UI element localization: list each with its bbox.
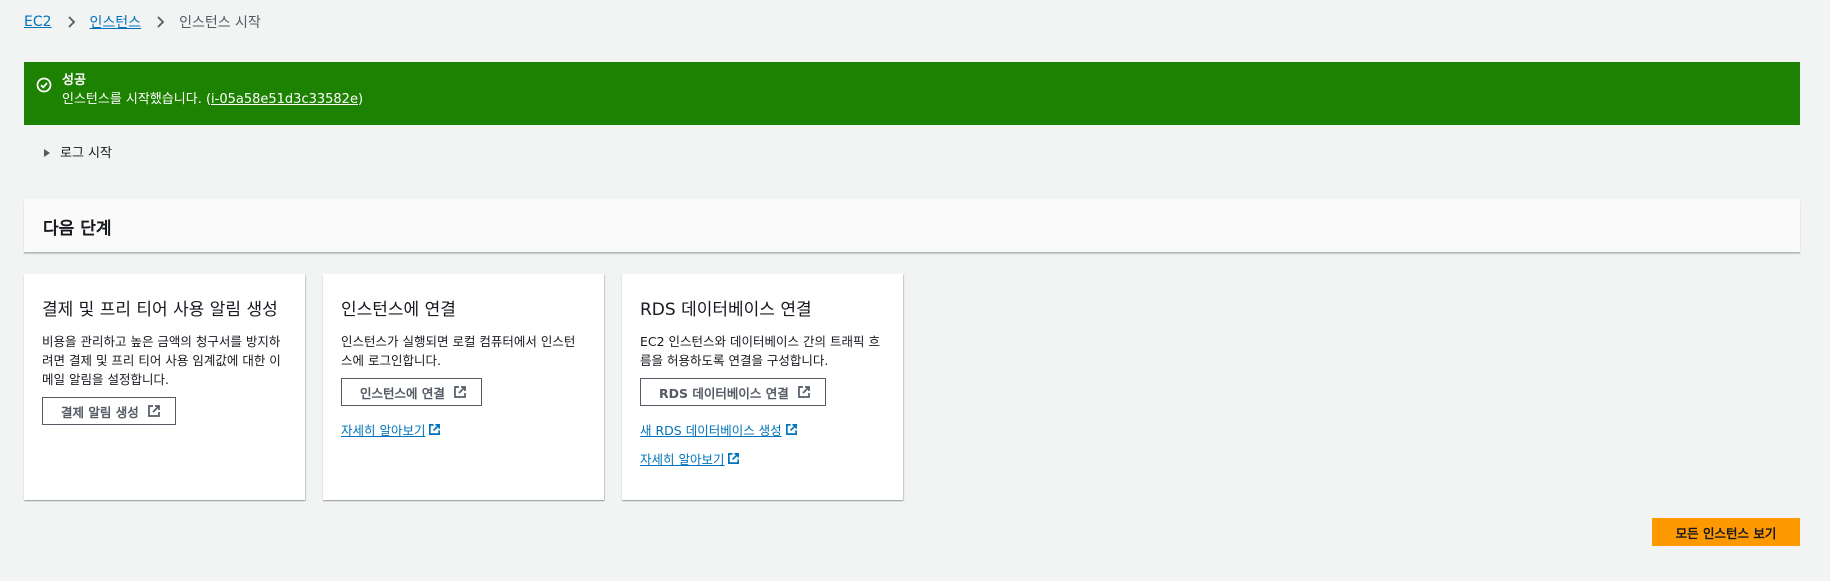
breadcrumb: EC2 인스턴스 인스턴스 시작 <box>24 12 261 32</box>
flash-title: 성공 <box>62 73 86 88</box>
card-billing-alerts: 결제 및 프리 티어 사용 알림 생성 비용을 관리하고 높은 금액의 청구서를… <box>24 274 305 500</box>
external-link-icon <box>428 423 441 436</box>
card-title: 인스턴스에 연결 <box>341 300 456 320</box>
card-actions: 인스턴스에 연결 자세히 알아보기 <box>341 378 586 439</box>
create-rds-database-link[interactable]: 새 RDS 데이터베이스 생성 <box>640 420 798 439</box>
card-description: EC2 인스턴스와 데이터베이스 간의 트래픽 흐름을 허용하도록 연결을 구성… <box>640 334 880 368</box>
instance-id-link[interactable]: i-05a58e51d3c33582e <box>211 92 358 107</box>
button-label: 인스턴스에 연결 <box>360 385 445 401</box>
flash-message: 인스턴스를 시작했습니다. (i-05a58e51d3c33582e) <box>62 90 363 110</box>
card-title: RDS 데이터베이스 연결 <box>640 300 812 320</box>
flash-message-suffix: ) <box>357 92 364 107</box>
caret-right-icon <box>42 147 52 157</box>
card-description: 인스턴스가 실행되면 로컬 컴퓨터에서 인스턴스에 로그인합니다. <box>341 334 576 368</box>
external-link-icon <box>147 404 161 418</box>
connect-instance-button[interactable]: 인스턴스에 연결 <box>341 378 482 406</box>
next-steps-header: 다음 단계 <box>24 199 1800 253</box>
card-connect-instance: 인스턴스에 연결 인스턴스가 실행되면 로컬 컴퓨터에서 인스턴스에 로그인합니… <box>323 274 604 500</box>
external-link-icon <box>453 385 467 399</box>
button-label: RDS 데이터베이스 연결 <box>659 385 789 401</box>
launch-log-toggle[interactable]: 로그 시작 <box>42 142 112 161</box>
card-description: 비용을 관리하고 높은 금액의 청구서를 방지하려면 결제 및 프리 티어 사용… <box>42 334 281 387</box>
breadcrumb-link-instances[interactable]: 인스턴스 <box>90 12 142 32</box>
learn-more-link[interactable]: 자세히 알아보기 <box>341 420 441 439</box>
card-title: 결제 및 프리 티어 사용 알림 생성 <box>42 300 278 320</box>
flash-message-prefix: 인스턴스를 시작했습니다. ( <box>62 92 212 107</box>
external-link-icon <box>785 423 798 436</box>
connect-rds-button[interactable]: RDS 데이터베이스 연결 <box>640 378 826 406</box>
create-billing-alert-button[interactable]: 결제 알림 생성 <box>42 397 176 425</box>
button-label: 결제 알림 생성 <box>61 404 139 420</box>
success-check-icon <box>36 77 52 93</box>
view-all-instances-button[interactable]: 모든 인스턴스 보기 <box>1652 518 1800 546</box>
success-flash-banner: 성공 인스턴스를 시작했습니다. (i-05a58e51d3c33582e) <box>24 62 1800 125</box>
breadcrumb-link-ec2[interactable]: EC2 <box>24 14 52 30</box>
launch-log-label: 로그 시작 <box>60 146 112 161</box>
link-label: 새 RDS 데이터베이스 생성 <box>640 423 782 438</box>
link-label: 자세히 알아보기 <box>640 452 725 467</box>
link-label: 자세히 알아보기 <box>341 423 426 438</box>
external-link-icon <box>727 452 740 465</box>
card-actions: RDS 데이터베이스 연결 새 RDS 데이터베이스 생성 자세히 알아보기 <box>640 378 885 468</box>
external-link-icon <box>797 385 811 399</box>
chevron-right-icon <box>64 15 78 29</box>
learn-more-link[interactable]: 자세히 알아보기 <box>640 449 740 468</box>
flash-content: 성공 인스턴스를 시작했습니다. (i-05a58e51d3c33582e) <box>62 72 363 110</box>
chevron-right-icon <box>153 15 167 29</box>
card-connect-rds: RDS 데이터베이스 연결 EC2 인스턴스와 데이터베이스 간의 트래픽 흐름… <box>622 274 903 500</box>
breadcrumb-current: 인스턴스 시작 <box>179 15 261 31</box>
